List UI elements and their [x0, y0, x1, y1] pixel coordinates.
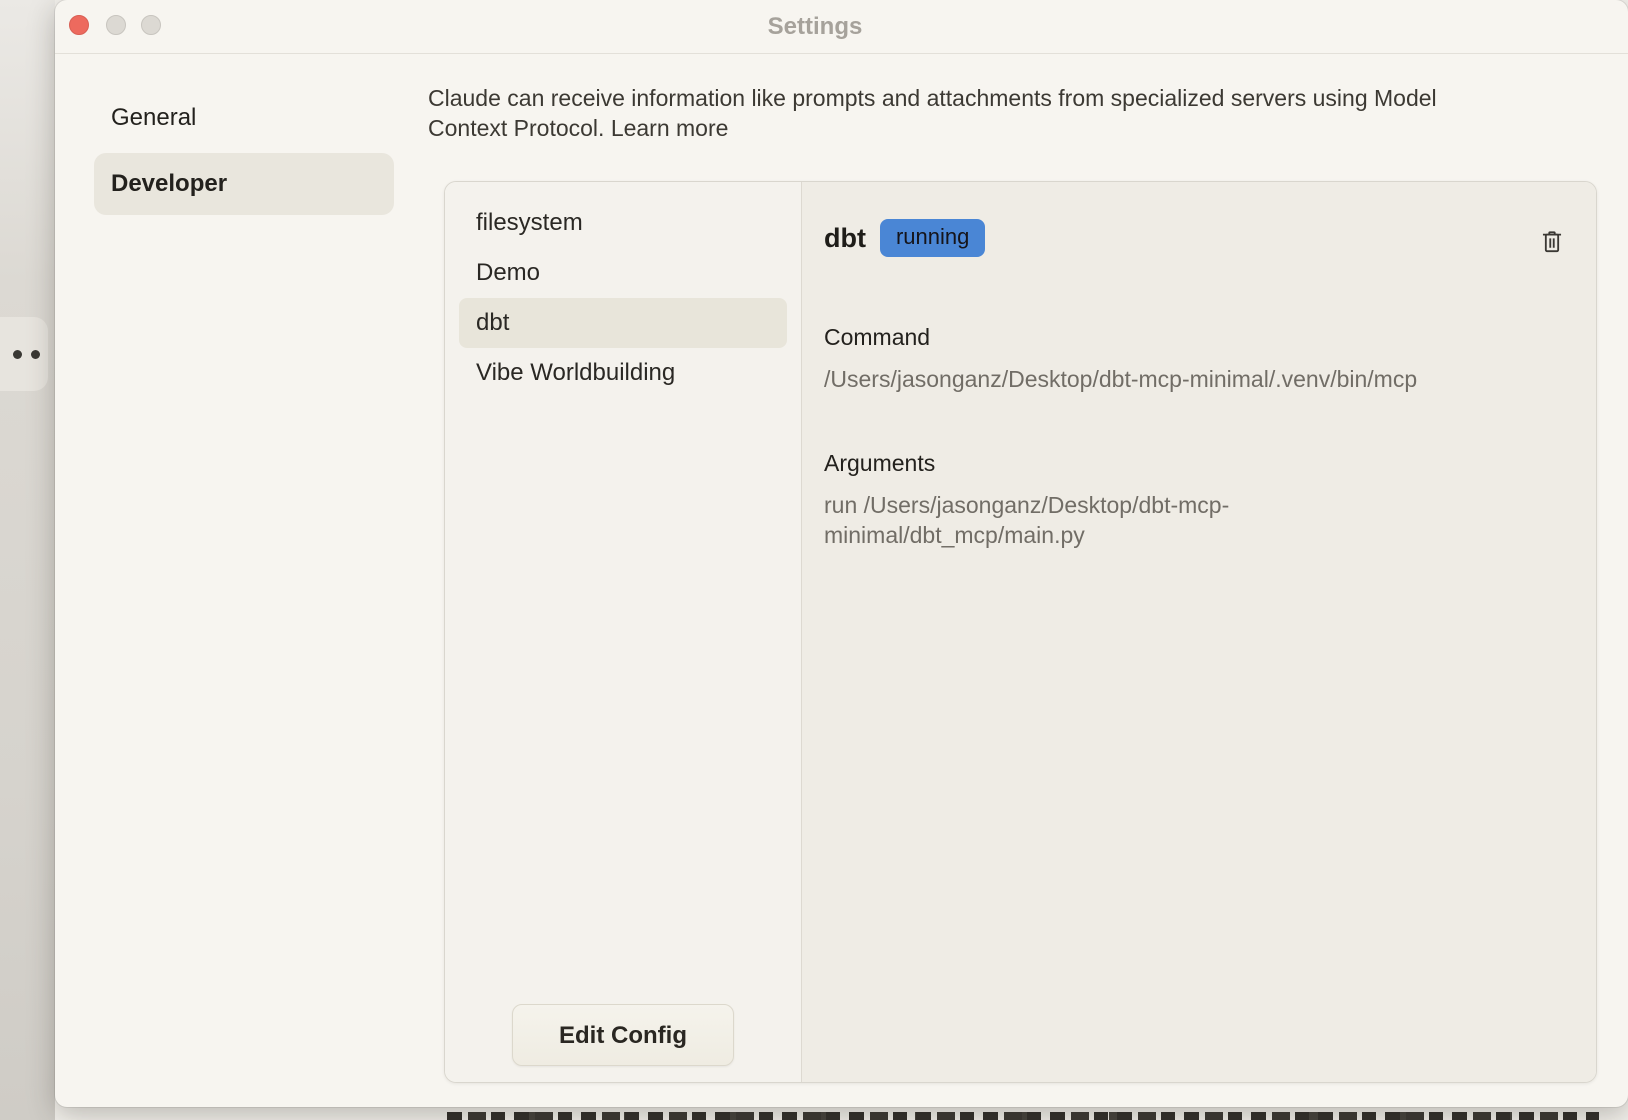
server-detail-pane: dbt running Command /Users/jasonganz/Des…	[802, 182, 1596, 1082]
command-value: /Users/jasonganz/Desktop/dbt-mcp-minimal…	[824, 364, 1417, 394]
mcp-servers-panel: filesystemDemodbtVibe Worldbuilding Edit…	[444, 181, 1597, 1083]
server-list-item[interactable]: Demo	[459, 248, 787, 298]
arguments-label: Arguments	[824, 448, 935, 478]
window-title: Settings	[715, 0, 915, 53]
server-list-item[interactable]: filesystem	[459, 198, 787, 248]
settings-nav: GeneralDeveloper	[94, 87, 394, 219]
learn-more-link[interactable]: Learn more	[611, 115, 729, 141]
edit-config-button[interactable]: Edit Config	[512, 1004, 734, 1066]
server-detail-header: dbt running	[824, 218, 985, 258]
nav-item[interactable]: Developer	[94, 153, 394, 215]
background-app-text-sliver	[447, 1112, 1599, 1120]
overflow-dots-icon	[31, 350, 40, 359]
server-list-item[interactable]: Vibe Worldbuilding	[459, 348, 787, 398]
background-overflow-tab[interactable]	[0, 317, 48, 391]
trash-icon	[1539, 229, 1565, 255]
nav-item[interactable]: General	[94, 87, 394, 149]
arguments-value: run /Users/jasonganz/Desktop/dbt-mcp-min…	[824, 490, 1344, 550]
title-bar: Settings	[55, 0, 1628, 54]
mcp-description: Claude can receive information like prom…	[428, 83, 1488, 143]
server-list: filesystemDemodbtVibe Worldbuilding	[445, 198, 801, 398]
server-list-column: filesystemDemodbtVibe Worldbuilding Edit…	[445, 182, 802, 1082]
command-label: Command	[824, 322, 930, 352]
server-name: dbt	[824, 223, 866, 254]
delete-server-button[interactable]	[1536, 226, 1568, 258]
status-badge: running	[880, 219, 985, 257]
settings-window: Settings GeneralDeveloper Claude can rec…	[55, 0, 1628, 1107]
mcp-description-text: Claude can receive information like prom…	[428, 85, 1437, 141]
minimize-button[interactable]	[106, 15, 126, 35]
server-list-item[interactable]: dbt	[459, 298, 787, 348]
close-button[interactable]	[69, 15, 89, 35]
overflow-dots-icon	[13, 350, 22, 359]
background-window-strip	[0, 0, 55, 1120]
zoom-button[interactable]	[141, 15, 161, 35]
